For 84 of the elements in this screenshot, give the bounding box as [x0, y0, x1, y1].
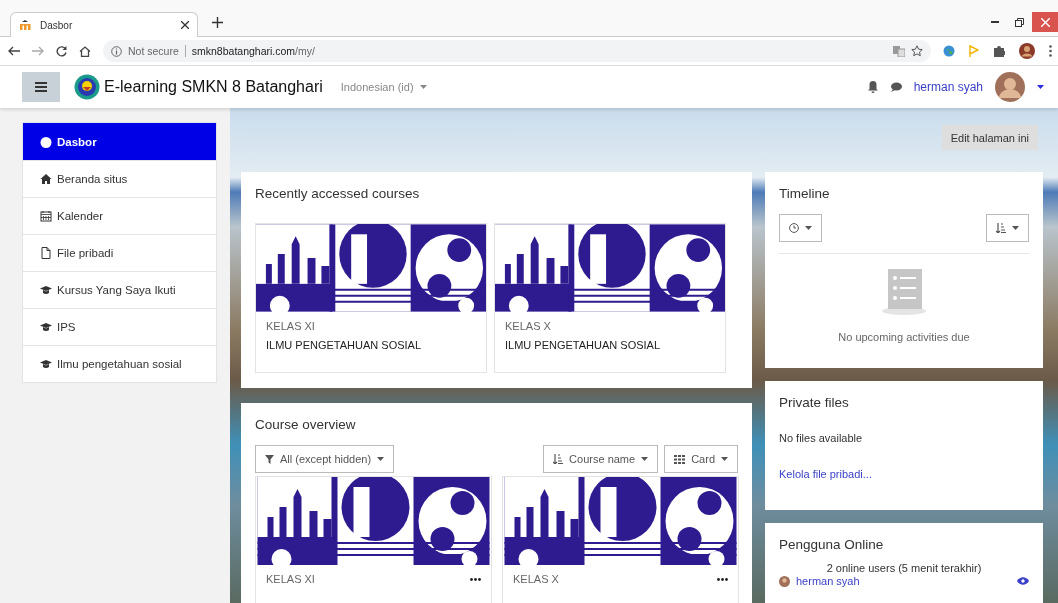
bookmark-star-icon[interactable] — [911, 45, 923, 57]
course-category: KELAS X — [513, 573, 559, 585]
empty-message: No upcoming activities due — [838, 331, 970, 343]
sort-dropdown[interactable] — [986, 214, 1029, 242]
grid-icon — [674, 454, 686, 464]
course-category: KELAS X — [505, 320, 551, 332]
view-dropdown[interactable]: Card — [664, 445, 738, 473]
online-users-summary: 2 online users (5 menit terakhir) — [825, 562, 983, 574]
course-card[interactable]: KELAS X — [502, 476, 739, 603]
clock-icon — [789, 223, 799, 233]
sidebar-item[interactable]: File pribadi — [23, 234, 216, 271]
filter-dropdown[interactable]: All (except hidden) — [255, 445, 395, 473]
filter-icon — [265, 454, 274, 464]
caret-icon — [419, 85, 427, 89]
card-title: Course overview — [255, 417, 357, 432]
reload-icon[interactable] — [56, 45, 67, 57]
graduation-cap-icon — [40, 321, 52, 333]
caret-icon — [641, 457, 649, 461]
site-logo-icon — [19, 20, 32, 30]
card-title: Private files — [779, 395, 850, 410]
caret-icon[interactable] — [1037, 85, 1044, 89]
home-icon — [40, 173, 52, 185]
browser-tab[interactable]: Dasbor — [10, 12, 198, 37]
empty-message: No files available — [779, 432, 864, 444]
globe-icon[interactable] — [943, 45, 955, 57]
sort-dropdown[interactable]: Course name — [543, 445, 659, 473]
url-text: smkn8batanghari.com/my/ — [191, 45, 315, 57]
graduation-cap-icon — [40, 358, 52, 370]
more-menu-icon[interactable] — [717, 577, 728, 581]
caret-icon — [1012, 226, 1019, 230]
file-icon — [40, 247, 52, 259]
chat-bubble-icon[interactable] — [889, 82, 902, 92]
language-menu[interactable]: Indonesian (id) — [340, 81, 427, 93]
restore-icon[interactable] — [1015, 17, 1024, 27]
course-name[interactable]: ILMU PENGETAHUAN SOSIAL — [266, 339, 476, 351]
sidebar-item[interactable]: Beranda situs — [23, 160, 216, 197]
caret-icon — [721, 457, 728, 461]
sort-icon — [996, 223, 1006, 233]
course-card[interactable]: KELAS XI — [255, 476, 492, 603]
new-tab-icon[interactable] — [212, 17, 223, 28]
sidebar-item[interactable]: Ilmu pengetahuan sosial — [23, 345, 216, 382]
sidebar-item[interactable]: Dasbor — [23, 123, 216, 160]
close-icon — [1040, 17, 1050, 27]
home-icon[interactable] — [79, 45, 91, 57]
course-name[interactable]: ILMU PENGETAHUAN SOSIAL — [505, 339, 715, 351]
security-label: Not secure — [128, 45, 179, 57]
info-icon — [111, 45, 122, 57]
avatar-icon[interactable] — [995, 72, 1025, 102]
tab-title: Dasbor — [40, 19, 74, 31]
more-menu-icon[interactable] — [470, 577, 481, 581]
translate-icon[interactable] — [893, 45, 905, 57]
close-icon[interactable] — [181, 21, 189, 29]
more-menu-icon[interactable] — [1049, 45, 1052, 57]
manage-files-link[interactable]: Kelola file pribadi... — [779, 468, 872, 480]
course-card[interactable]: KELAS X ILMU PENGETAHUAN SOSIAL — [494, 223, 726, 373]
calendar-icon — [40, 210, 52, 222]
course-card[interactable]: KELAS XI ILMU PENGETAHUAN SOSIAL — [255, 223, 487, 373]
avatar-icon — [779, 575, 790, 587]
graduation-cap-icon — [40, 284, 52, 296]
window-close-button[interactable] — [1032, 12, 1058, 32]
sidebar-item[interactable]: Kalender — [23, 197, 216, 234]
card-title: Recently accessed courses — [255, 186, 421, 201]
bell-icon[interactable] — [867, 81, 878, 93]
sort-icon — [553, 454, 564, 464]
edit-page-button[interactable]: Edit halaman ini — [941, 125, 1038, 150]
user-menu[interactable]: herman syah — [913, 80, 983, 94]
date-filter-dropdown[interactable] — [779, 214, 822, 242]
menu-button[interactable] — [22, 72, 60, 102]
card-title: Pengguna Online — [779, 537, 885, 552]
school-logo-icon — [74, 74, 100, 100]
sidebar-item[interactable]: Kursus Yang Saya Ikuti — [23, 271, 216, 308]
caret-icon — [377, 457, 385, 461]
sidebar-item[interactable]: IPS — [23, 308, 216, 345]
menu-icon — [35, 82, 47, 92]
course-category: KELAS XI — [266, 573, 315, 585]
course-category: KELAS XI — [266, 320, 315, 332]
site-name[interactable]: E-learning SMKN 8 Batanghari — [104, 78, 323, 96]
eye-icon[interactable] — [1017, 577, 1029, 585]
caret-icon — [805, 226, 812, 230]
avatar-icon[interactable] — [1019, 43, 1035, 59]
address-bar[interactable]: Not secure smkn8batanghari.com/my/ — [103, 40, 931, 62]
back-icon[interactable] — [8, 46, 20, 56]
user-link[interactable]: herman syah — [796, 575, 860, 587]
card-title: Timeline — [779, 186, 831, 201]
